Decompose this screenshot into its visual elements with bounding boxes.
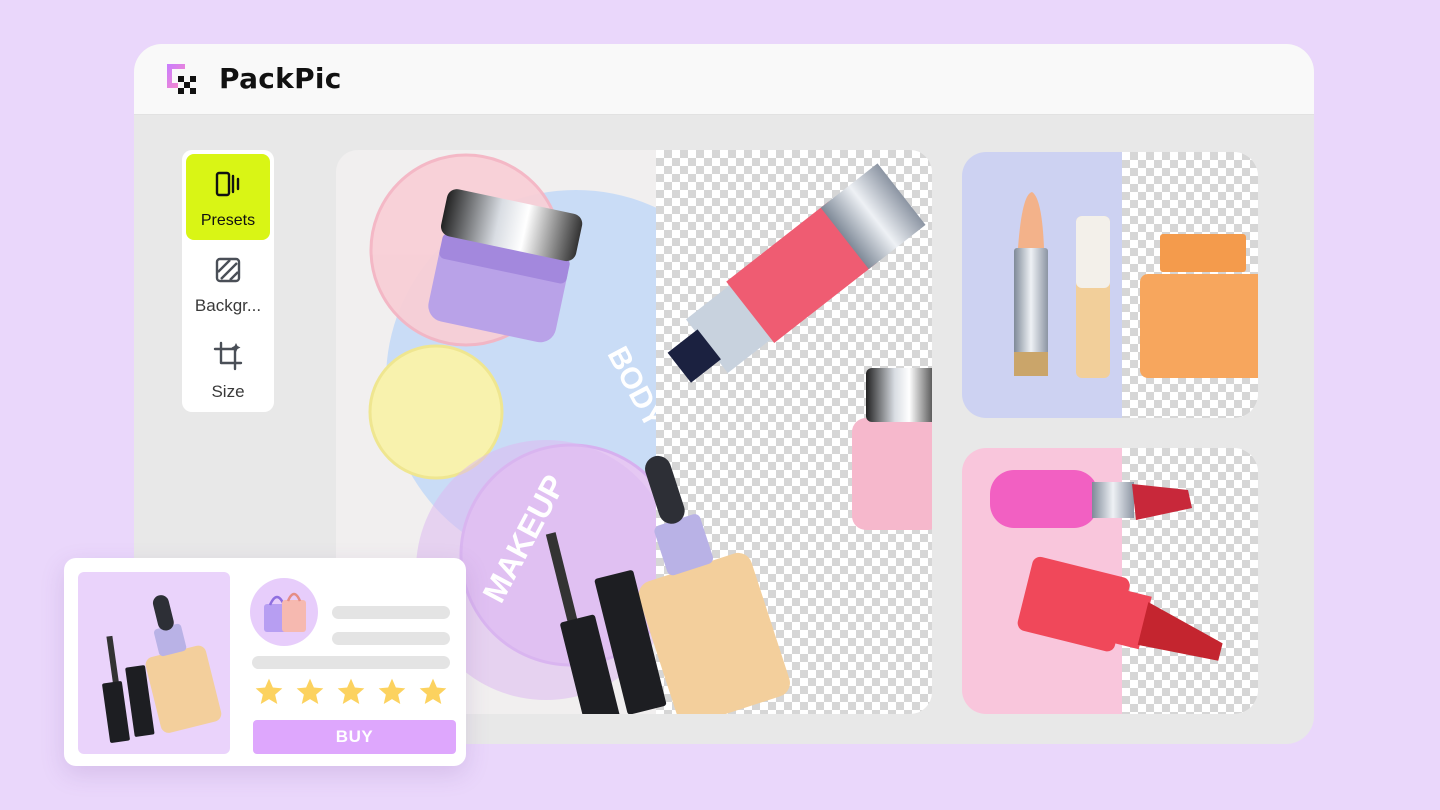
tool-size[interactable]: Size <box>186 326 270 412</box>
thumbnail-lipstick-perfume[interactable] <box>962 152 1258 418</box>
tool-background[interactable]: Backgr... <box>186 240 270 326</box>
product-card: BUY <box>64 558 466 766</box>
placeholder-line <box>252 656 450 669</box>
star-icon <box>337 678 365 704</box>
star-icon <box>378 678 406 704</box>
star-icon <box>296 678 324 704</box>
foundation-mascara-illustration <box>102 595 222 743</box>
packpic-logo-icon <box>167 64 196 94</box>
red-lipsticks-illustration <box>990 470 1223 661</box>
tool-background-label: Backgr... <box>194 296 262 315</box>
tool-size-label: Size <box>211 382 245 401</box>
star-icon <box>255 678 283 704</box>
background-icon <box>215 257 241 283</box>
title-bar: PackPic <box>134 44 1314 115</box>
presets-icon <box>215 171 240 197</box>
app-title: PackPic <box>219 62 342 95</box>
tube-product <box>667 163 926 383</box>
avatar <box>250 578 318 646</box>
placeholder-line <box>332 606 450 619</box>
tool-presets-label: Presets <box>200 212 256 229</box>
thumbnail-red-lipsticks[interactable] <box>962 448 1258 714</box>
buy-button[interactable]: BUY <box>253 720 456 754</box>
star-icon <box>419 678 447 704</box>
pink-bottle <box>852 368 932 530</box>
shopping-bags-icon <box>264 592 306 632</box>
crop-icon <box>213 341 243 371</box>
lipstick-perfume-illustration <box>1014 192 1258 378</box>
tool-presets[interactable]: Presets <box>186 154 270 240</box>
placeholder-line <box>332 632 450 645</box>
tool-panel: Presets Backgr... Size <box>182 150 274 412</box>
product-image <box>78 572 230 754</box>
